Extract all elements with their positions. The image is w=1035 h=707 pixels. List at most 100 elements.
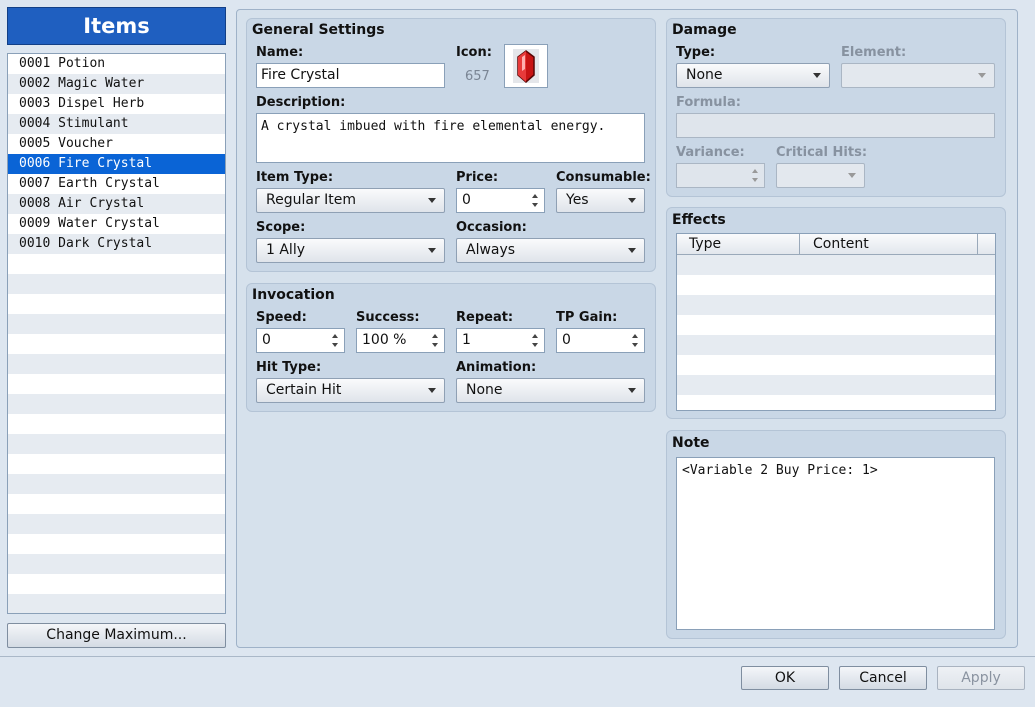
spin-up-icon[interactable] — [432, 334, 438, 338]
effects-column-type[interactable]: Type — [689, 236, 721, 252]
list-item[interactable] — [8, 594, 225, 613]
red-crystal-icon — [513, 49, 539, 83]
list-item[interactable] — [8, 354, 225, 374]
spin-down-icon[interactable] — [632, 343, 638, 347]
list-item[interactable]: 0006 Fire Crystal — [8, 154, 225, 174]
list-item[interactable]: 0008 Air Crystal — [8, 194, 225, 214]
general-settings-title: General Settings — [252, 22, 385, 38]
critical-hits-select — [776, 163, 865, 188]
spin-down-icon[interactable] — [532, 343, 538, 347]
scope-select[interactable]: 1 Ally — [256, 238, 445, 263]
item-icon-button[interactable] — [504, 44, 548, 88]
column-divider — [977, 234, 978, 255]
table-row[interactable] — [677, 395, 995, 410]
hit-type-select[interactable]: Certain Hit — [256, 378, 445, 403]
list-item[interactable] — [8, 414, 225, 434]
list-item[interactable] — [8, 554, 225, 574]
list-item[interactable]: 0002 Magic Water — [8, 74, 225, 94]
list-item[interactable]: 0005 Voucher — [8, 134, 225, 154]
list-item[interactable]: 0007 Earth Crystal — [8, 174, 225, 194]
list-item[interactable] — [8, 514, 225, 534]
table-row[interactable] — [677, 335, 995, 355]
variance-spinner — [676, 163, 765, 188]
critical-hits-label: Critical Hits: — [776, 145, 868, 160]
list-item[interactable] — [8, 434, 225, 454]
list-item[interactable] — [8, 314, 225, 334]
list-item[interactable] — [8, 494, 225, 514]
list-item[interactable]: 0001 Potion — [8, 54, 225, 74]
list-item[interactable] — [8, 254, 225, 274]
spin-down-icon[interactable] — [532, 203, 538, 207]
damage-type-label: Type: — [676, 45, 716, 60]
list-item[interactable]: 0009 Water Crystal — [8, 214, 225, 234]
change-maximum-button[interactable]: Change Maximum... — [7, 623, 226, 648]
effects-rows[interactable] — [677, 255, 995, 410]
repeat-label: Repeat: — [456, 310, 514, 325]
spin-up-icon[interactable] — [632, 334, 638, 338]
success-spinner[interactable]: 100 % — [356, 328, 445, 353]
spin-up-icon — [752, 169, 758, 173]
repeat-value: 1 — [462, 332, 471, 348]
name-field[interactable]: Fire Crystal — [256, 63, 445, 88]
items-header: Items — [7, 7, 226, 45]
list-item[interactable]: 0010 Dark Crystal — [8, 234, 225, 254]
price-value: 0 — [462, 192, 471, 208]
tp-gain-spinner[interactable]: 0 — [556, 328, 645, 353]
spin-down-icon[interactable] — [332, 343, 338, 347]
effects-column-content[interactable]: Content — [813, 236, 869, 252]
repeat-spinner[interactable]: 1 — [456, 328, 545, 353]
chevron-down-icon — [628, 248, 636, 253]
list-item[interactable] — [8, 394, 225, 414]
table-row[interactable] — [677, 255, 995, 275]
list-item[interactable] — [8, 334, 225, 354]
table-row[interactable] — [677, 375, 995, 395]
description-field[interactable]: A crystal imbued with fire elemental ene… — [256, 113, 645, 163]
spin-up-icon[interactable] — [332, 334, 338, 338]
spin-down-icon — [752, 178, 758, 182]
item-type-value: Regular Item — [266, 192, 357, 208]
success-label: Success: — [356, 310, 420, 325]
effects-table[interactable]: Type Content — [676, 233, 996, 411]
list-item[interactable] — [8, 294, 225, 314]
cancel-button[interactable]: Cancel — [839, 666, 927, 690]
spin-down-icon[interactable] — [432, 343, 438, 347]
hit-type-value: Certain Hit — [266, 382, 342, 398]
name-label: Name: — [256, 45, 304, 60]
spin-up-icon[interactable] — [532, 334, 538, 338]
speed-label: Speed: — [256, 310, 307, 325]
animation-label: Animation: — [456, 360, 537, 375]
list-item[interactable] — [8, 474, 225, 494]
consumable-value: Yes — [566, 192, 589, 208]
chevron-down-icon — [628, 198, 636, 203]
consumable-select[interactable]: Yes — [556, 188, 645, 213]
animation-value: None — [466, 382, 503, 398]
list-item[interactable] — [8, 374, 225, 394]
table-row[interactable] — [677, 355, 995, 375]
item-type-select[interactable]: Regular Item — [256, 188, 445, 213]
chevron-down-icon — [628, 388, 636, 393]
speed-spinner[interactable]: 0 — [256, 328, 345, 353]
price-spinner[interactable]: 0 — [456, 188, 545, 213]
list-item[interactable] — [8, 574, 225, 594]
chevron-down-icon — [428, 198, 436, 203]
list-item[interactable] — [8, 454, 225, 474]
table-row[interactable] — [677, 275, 995, 295]
damage-type-select[interactable]: None — [676, 63, 830, 88]
table-row[interactable] — [677, 295, 995, 315]
occasion-select[interactable]: Always — [456, 238, 645, 263]
ok-button[interactable]: OK — [741, 666, 829, 690]
consumable-label: Consumable: — [556, 170, 651, 185]
animation-select[interactable]: None — [456, 378, 645, 403]
spin-up-icon[interactable] — [532, 194, 538, 198]
element-label: Element: — [841, 45, 907, 60]
note-field[interactable]: <Variable 2 Buy Price: 1> — [676, 457, 995, 630]
table-row[interactable] — [677, 315, 995, 335]
apply-button[interactable]: Apply — [937, 666, 1025, 690]
invocation-title: Invocation — [252, 287, 335, 303]
price-label: Price: — [456, 170, 499, 185]
list-item[interactable] — [8, 534, 225, 554]
list-item[interactable] — [8, 274, 225, 294]
item-list[interactable]: 0001 Potion 0002 Magic Water 0003 Dispel H… — [7, 53, 226, 614]
list-item[interactable]: 0003 Dispel Herb — [8, 94, 225, 114]
list-item[interactable]: 0004 Stimulant — [8, 114, 225, 134]
